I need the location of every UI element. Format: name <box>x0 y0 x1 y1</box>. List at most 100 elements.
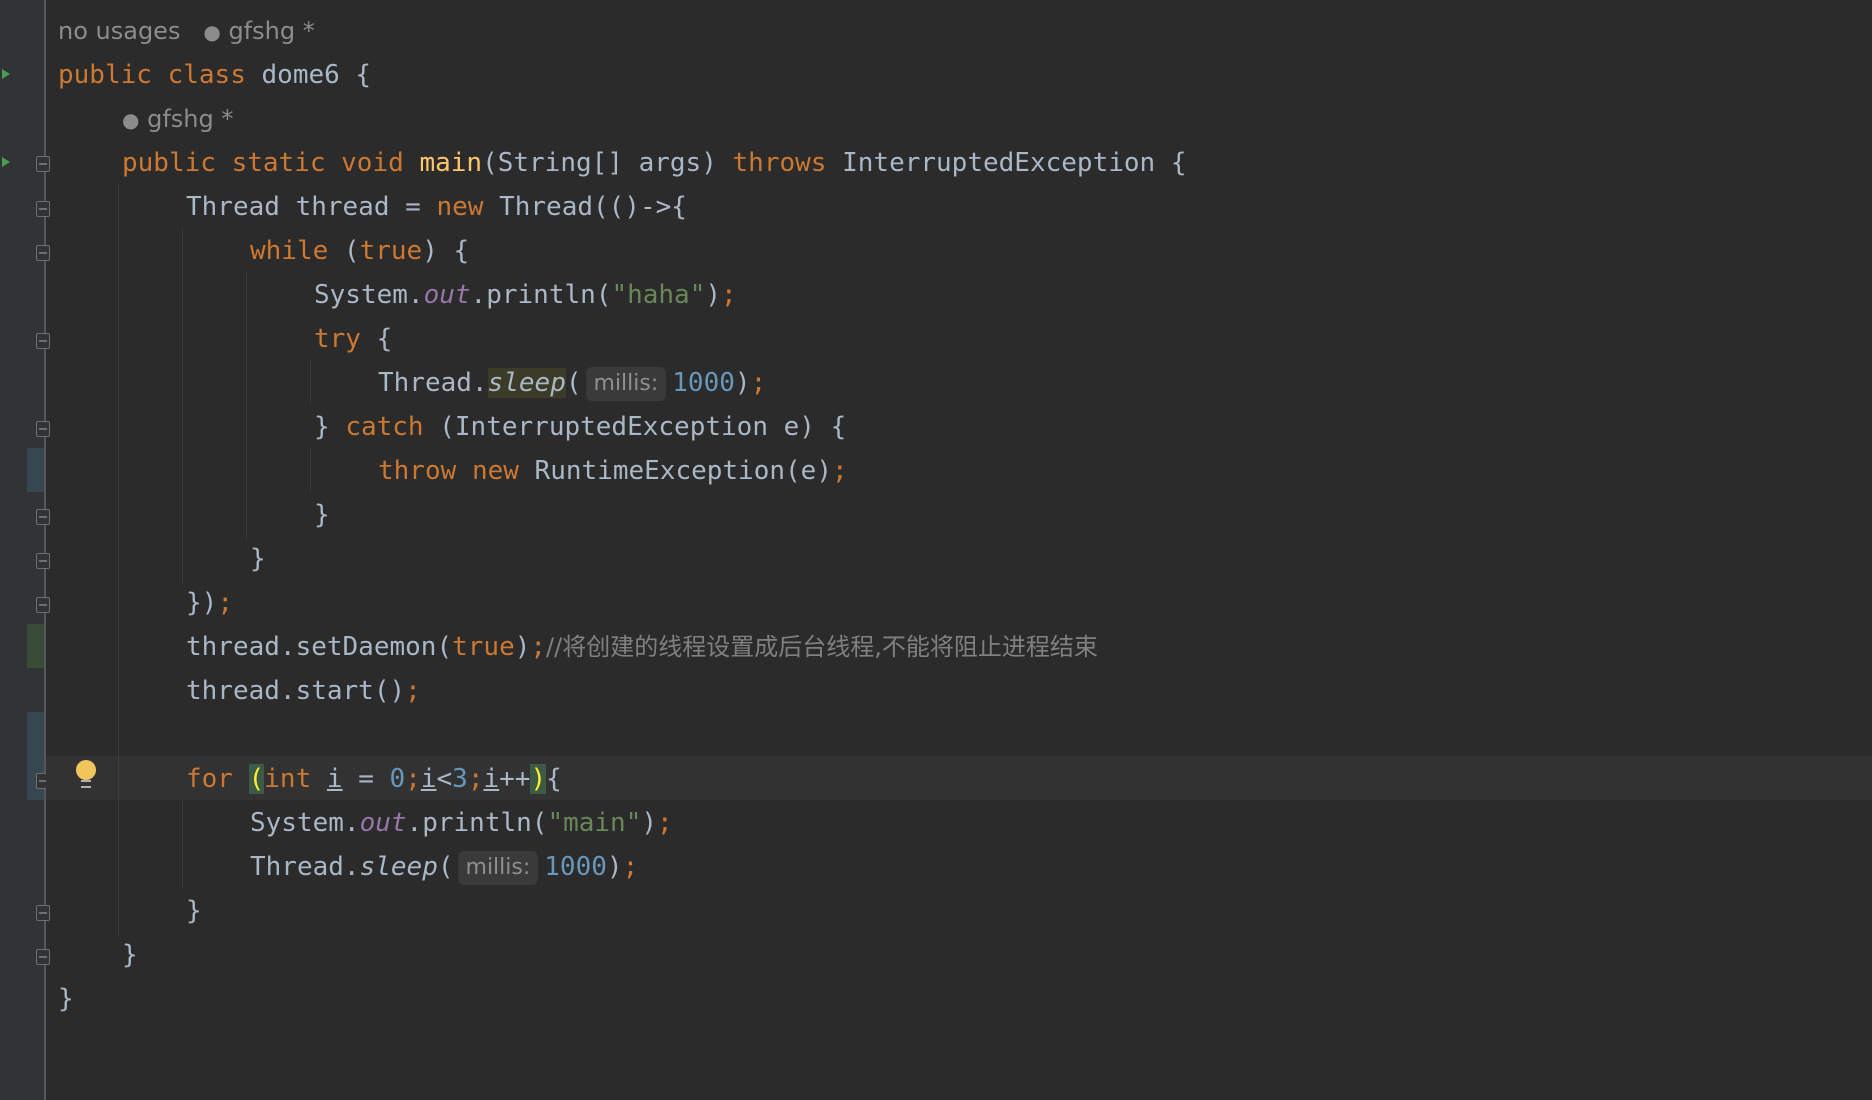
parameter-hint: millis: <box>585 366 667 401</box>
code-text: ( <box>565 368 582 398</box>
code-line[interactable]: Thread.sleep(millis: 1000); <box>378 361 766 405</box>
code-line[interactable]: try { <box>314 317 392 361</box>
semicolon: ; <box>721 280 737 310</box>
keyword: new <box>436 192 484 222</box>
number-literal: 1000 <box>544 852 607 882</box>
code-vision-hint[interactable]: no usages ● gfshg * <box>58 9 315 53</box>
author-hint[interactable]: gfshg * <box>147 105 233 133</box>
code-line[interactable]: } <box>250 537 266 581</box>
code-line[interactable]: } <box>122 933 138 977</box>
static-field: out <box>359 808 407 838</box>
number-literal: 0 <box>389 764 406 794</box>
indent-guide <box>182 800 183 888</box>
code-line[interactable]: } <box>314 493 330 537</box>
code-text: } <box>250 544 266 574</box>
code-text: Thread(()->{ <box>483 192 687 222</box>
keyword: while <box>250 236 329 266</box>
keyword: for <box>186 764 233 794</box>
author-icon: ● <box>122 108 140 132</box>
method-call: sleep <box>359 852 438 882</box>
code-text: Thread. <box>378 368 488 398</box>
code-text: ) <box>606 852 623 882</box>
code-line[interactable]: Thread thread = new Thread(()->{ <box>186 185 687 229</box>
author-hint[interactable]: gfshg * <box>228 17 314 45</box>
keyword: true <box>359 236 423 266</box>
usages-hint[interactable]: no usages <box>58 17 180 45</box>
code-text: ( <box>437 852 454 882</box>
semicolon: ; <box>405 764 421 794</box>
keyword: static <box>231 148 326 178</box>
code-text: (InterruptedException e) { <box>423 412 847 442</box>
keyword: class <box>167 60 246 90</box>
semicolon: ; <box>831 456 848 486</box>
indent-guide <box>118 184 119 936</box>
keyword: int <box>264 764 312 794</box>
code-text: } <box>314 412 346 442</box>
loop-variable: i <box>326 764 343 794</box>
keyword: true <box>452 632 515 662</box>
code-line[interactable]: } <box>186 889 202 933</box>
run-class-icon[interactable] <box>2 69 10 79</box>
semicolon: ; <box>750 368 767 398</box>
vcs-modified-marker[interactable] <box>27 448 44 492</box>
keyword: void <box>341 148 404 178</box>
matched-paren: ) <box>530 764 547 794</box>
parameter-hint: millis: <box>457 850 539 885</box>
code-text: } <box>314 500 330 530</box>
code-line[interactable]: public class dome6 { <box>58 53 371 97</box>
keyword: public <box>122 148 216 178</box>
code-line[interactable]: public static void main(String[] args) t… <box>122 141 1186 185</box>
keyword: throw <box>378 456 457 486</box>
code-line[interactable]: } catch (InterruptedException e) { <box>314 405 846 449</box>
code-text: RuntimeException(e) <box>518 456 832 486</box>
semicolon: ; <box>622 852 639 882</box>
class-name: dome6 { <box>261 60 372 90</box>
matched-paren: ( <box>248 764 265 794</box>
code-line[interactable]: thread.setDaemon(true);//将创建的线程设置成后台线程,不… <box>186 625 1098 669</box>
code-text: ) <box>705 280 722 310</box>
keyword: throws <box>732 148 827 178</box>
code-line[interactable]: System.out.println("haha"); <box>314 273 737 317</box>
indent-guide <box>246 272 247 540</box>
semicolon: ; <box>405 676 421 706</box>
code-text: thread.start() <box>186 676 406 706</box>
indent-guide <box>182 228 183 584</box>
code-text: ) <box>641 808 658 838</box>
code-text: System. <box>250 808 360 838</box>
code-text: InterruptedException { <box>842 148 1187 178</box>
loop-variable: i <box>420 764 437 794</box>
comment: //将创建的线程设置成后台线程,不能将阻止进程结束 <box>546 633 1098 661</box>
code-line[interactable]: System.out.println("main"); <box>250 801 673 845</box>
static-field: out <box>423 280 471 310</box>
code-text: } <box>58 984 74 1014</box>
keyword: new <box>471 456 519 486</box>
code-line[interactable]: for (int i = 0;i<3;i++){ <box>186 757 562 801</box>
run-main-icon[interactable] <box>2 157 10 167</box>
code-text: ++ <box>499 764 531 794</box>
string-literal: "main" <box>547 808 642 838</box>
code-text: { <box>360 324 393 354</box>
code-vision-hint[interactable]: ● gfshg * <box>122 97 233 141</box>
code-editor[interactable]: no usages ● gfshg * public class dome6 {… <box>46 0 1872 1100</box>
code-line[interactable]: Thread.sleep(millis: 1000); <box>250 845 638 889</box>
code-text: Thread. <box>250 852 360 882</box>
code-line[interactable]: while (true) { <box>250 229 469 273</box>
code-line[interactable]: throw new RuntimeException(e); <box>378 449 848 493</box>
code-text: thread.setDaemon( <box>186 632 453 662</box>
indent-guide <box>310 360 311 404</box>
code-text: System. <box>314 280 424 310</box>
code-text: } <box>122 940 138 970</box>
vcs-added-marker[interactable] <box>27 624 44 668</box>
keyword: try <box>314 324 361 354</box>
method-call: sleep <box>487 368 566 398</box>
code-line[interactable]: } <box>58 977 74 1021</box>
code-text: (String[] args) <box>482 148 717 178</box>
semicolon: ; <box>657 808 673 838</box>
code-text: } <box>186 896 202 926</box>
method-name: main <box>419 148 483 178</box>
code-text: { <box>546 764 562 794</box>
loop-variable: i <box>483 764 500 794</box>
keyword: catch <box>345 412 424 442</box>
code-line[interactable]: }); <box>186 581 233 625</box>
code-line[interactable]: thread.start(); <box>186 669 421 713</box>
